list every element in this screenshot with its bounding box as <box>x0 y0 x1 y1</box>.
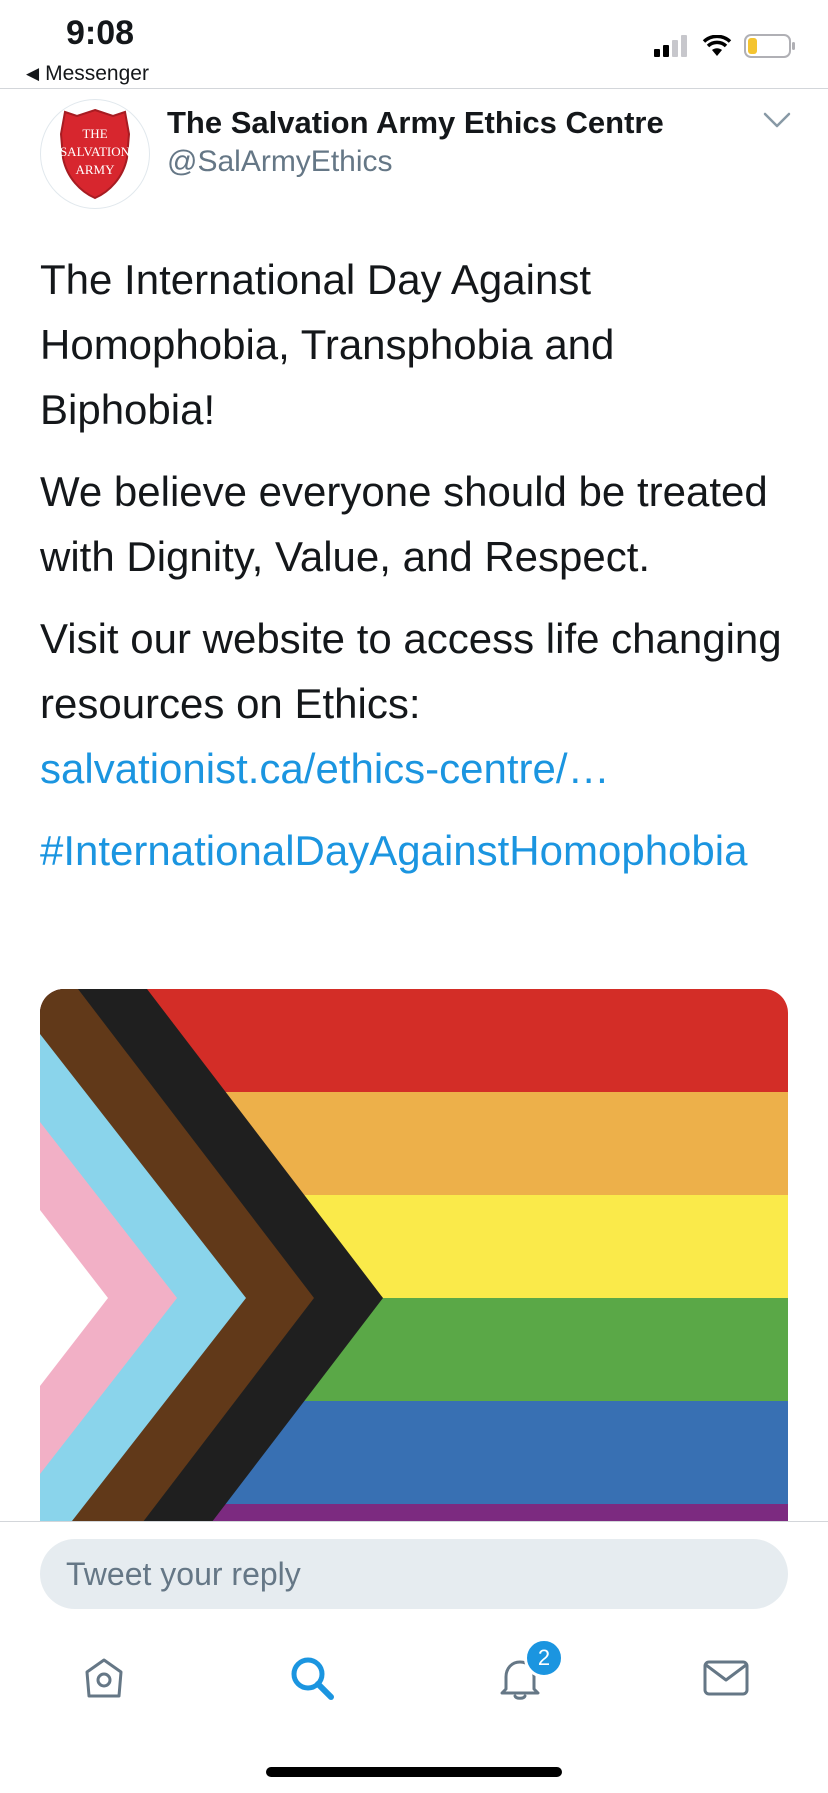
back-app-label: Messenger <box>45 62 149 85</box>
chevron-down-icon[interactable] <box>762 111 792 134</box>
svg-text:ARMY: ARMY <box>75 162 115 177</box>
salvation-army-logo-icon: THE SALVATION ARMY <box>60 108 131 200</box>
status-bar: 9:08 ◀ Messenger <box>0 0 828 88</box>
tab-search[interactable] <box>272 1638 352 1718</box>
signal-icon <box>654 35 687 57</box>
tweet-paragraph-text: Visit our website to access life changin… <box>40 615 782 727</box>
tweet-hashtag-line: #InternationalDayAgainstHomophobia <box>40 818 800 883</box>
notifications-badge: 2 <box>524 1638 564 1678</box>
back-to-app-button[interactable]: ◀ Messenger <box>26 62 149 86</box>
hashtag-link[interactable]: #InternationalDayAgainstHomophobia <box>40 827 747 874</box>
home-icon <box>85 1658 123 1698</box>
svg-text:SALVATION: SALVATION <box>60 144 131 159</box>
tweet-paragraph: The International Day Against Homophobia… <box>40 256 615 433</box>
tweet-link[interactable]: salvationist.ca/ethics-centre/… <box>40 745 610 792</box>
progress-pride-flag-image <box>40 989 788 1521</box>
search-icon <box>291 1657 334 1700</box>
wifi-icon <box>702 35 732 56</box>
user-handle[interactable]: @SalArmyEthics <box>167 145 393 179</box>
tab-messages[interactable] <box>686 1638 766 1718</box>
messages-icon <box>703 1660 749 1696</box>
status-time: 9:08 <box>66 14 135 52</box>
reply-input[interactable]: Tweet your reply <box>40 1539 788 1609</box>
display-name[interactable]: The Salvation Army Ethics Centre <box>167 105 664 141</box>
tweet-paragraph: We believe everyone should be treated wi… <box>40 468 768 580</box>
tab-home[interactable] <box>64 1638 144 1718</box>
tweet-paragraph: Visit our website to access life changin… <box>40 606 800 801</box>
tab-notifications[interactable]: 2 <box>480 1638 564 1718</box>
tweet: THE SALVATION ARMY The Salvation Army Et… <box>0 89 828 1521</box>
reply-bar: Tweet your reply 2 <box>0 1521 828 1793</box>
svg-text:THE: THE <box>82 126 107 141</box>
tweet-text: The International Day Against Homophobia… <box>40 247 800 900</box>
battery-icon <box>744 34 795 58</box>
avatar[interactable]: THE SALVATION ARMY <box>40 99 150 209</box>
back-triangle-icon: ◀ <box>26 64 40 83</box>
status-icons <box>654 34 796 58</box>
tab-bar: 2 <box>0 1638 828 1718</box>
home-indicator[interactable] <box>266 1767 562 1777</box>
tweet-media-image[interactable] <box>40 989 788 1521</box>
